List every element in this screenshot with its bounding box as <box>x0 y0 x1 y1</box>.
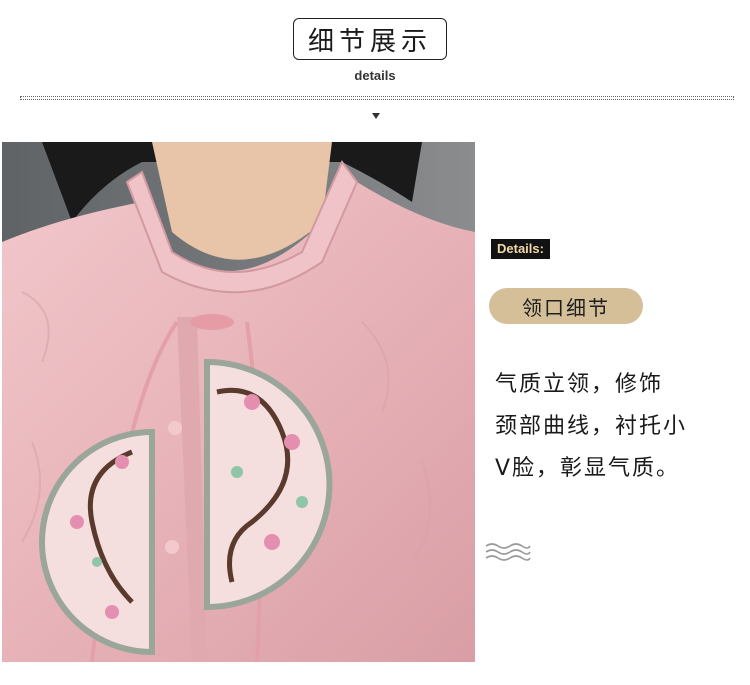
description: 气质立领，修饰 颈部曲线，衬托小 V脸，彰显气质。 <box>495 364 735 490</box>
description-line: 气质立领，修饰 <box>495 372 664 397</box>
description-line: V脸，彰显气质。 <box>495 456 681 481</box>
section-title: 细节展示 <box>293 18 447 60</box>
description-line: 颈部曲线，衬托小 <box>495 414 688 439</box>
waves-icon <box>485 543 531 561</box>
caret-down-icon <box>372 113 380 119</box>
blouse-collar-image <box>2 142 475 662</box>
collar-detail-pill: 领口细节 <box>489 288 643 324</box>
pill-label: 领口细节 <box>522 295 610 320</box>
section-title-text: 细节展示 <box>307 26 432 57</box>
details-tag: Details: <box>491 239 550 259</box>
divider <box>20 96 734 100</box>
product-detail-photo <box>2 142 475 662</box>
section-subtitle: details <box>354 68 396 83</box>
